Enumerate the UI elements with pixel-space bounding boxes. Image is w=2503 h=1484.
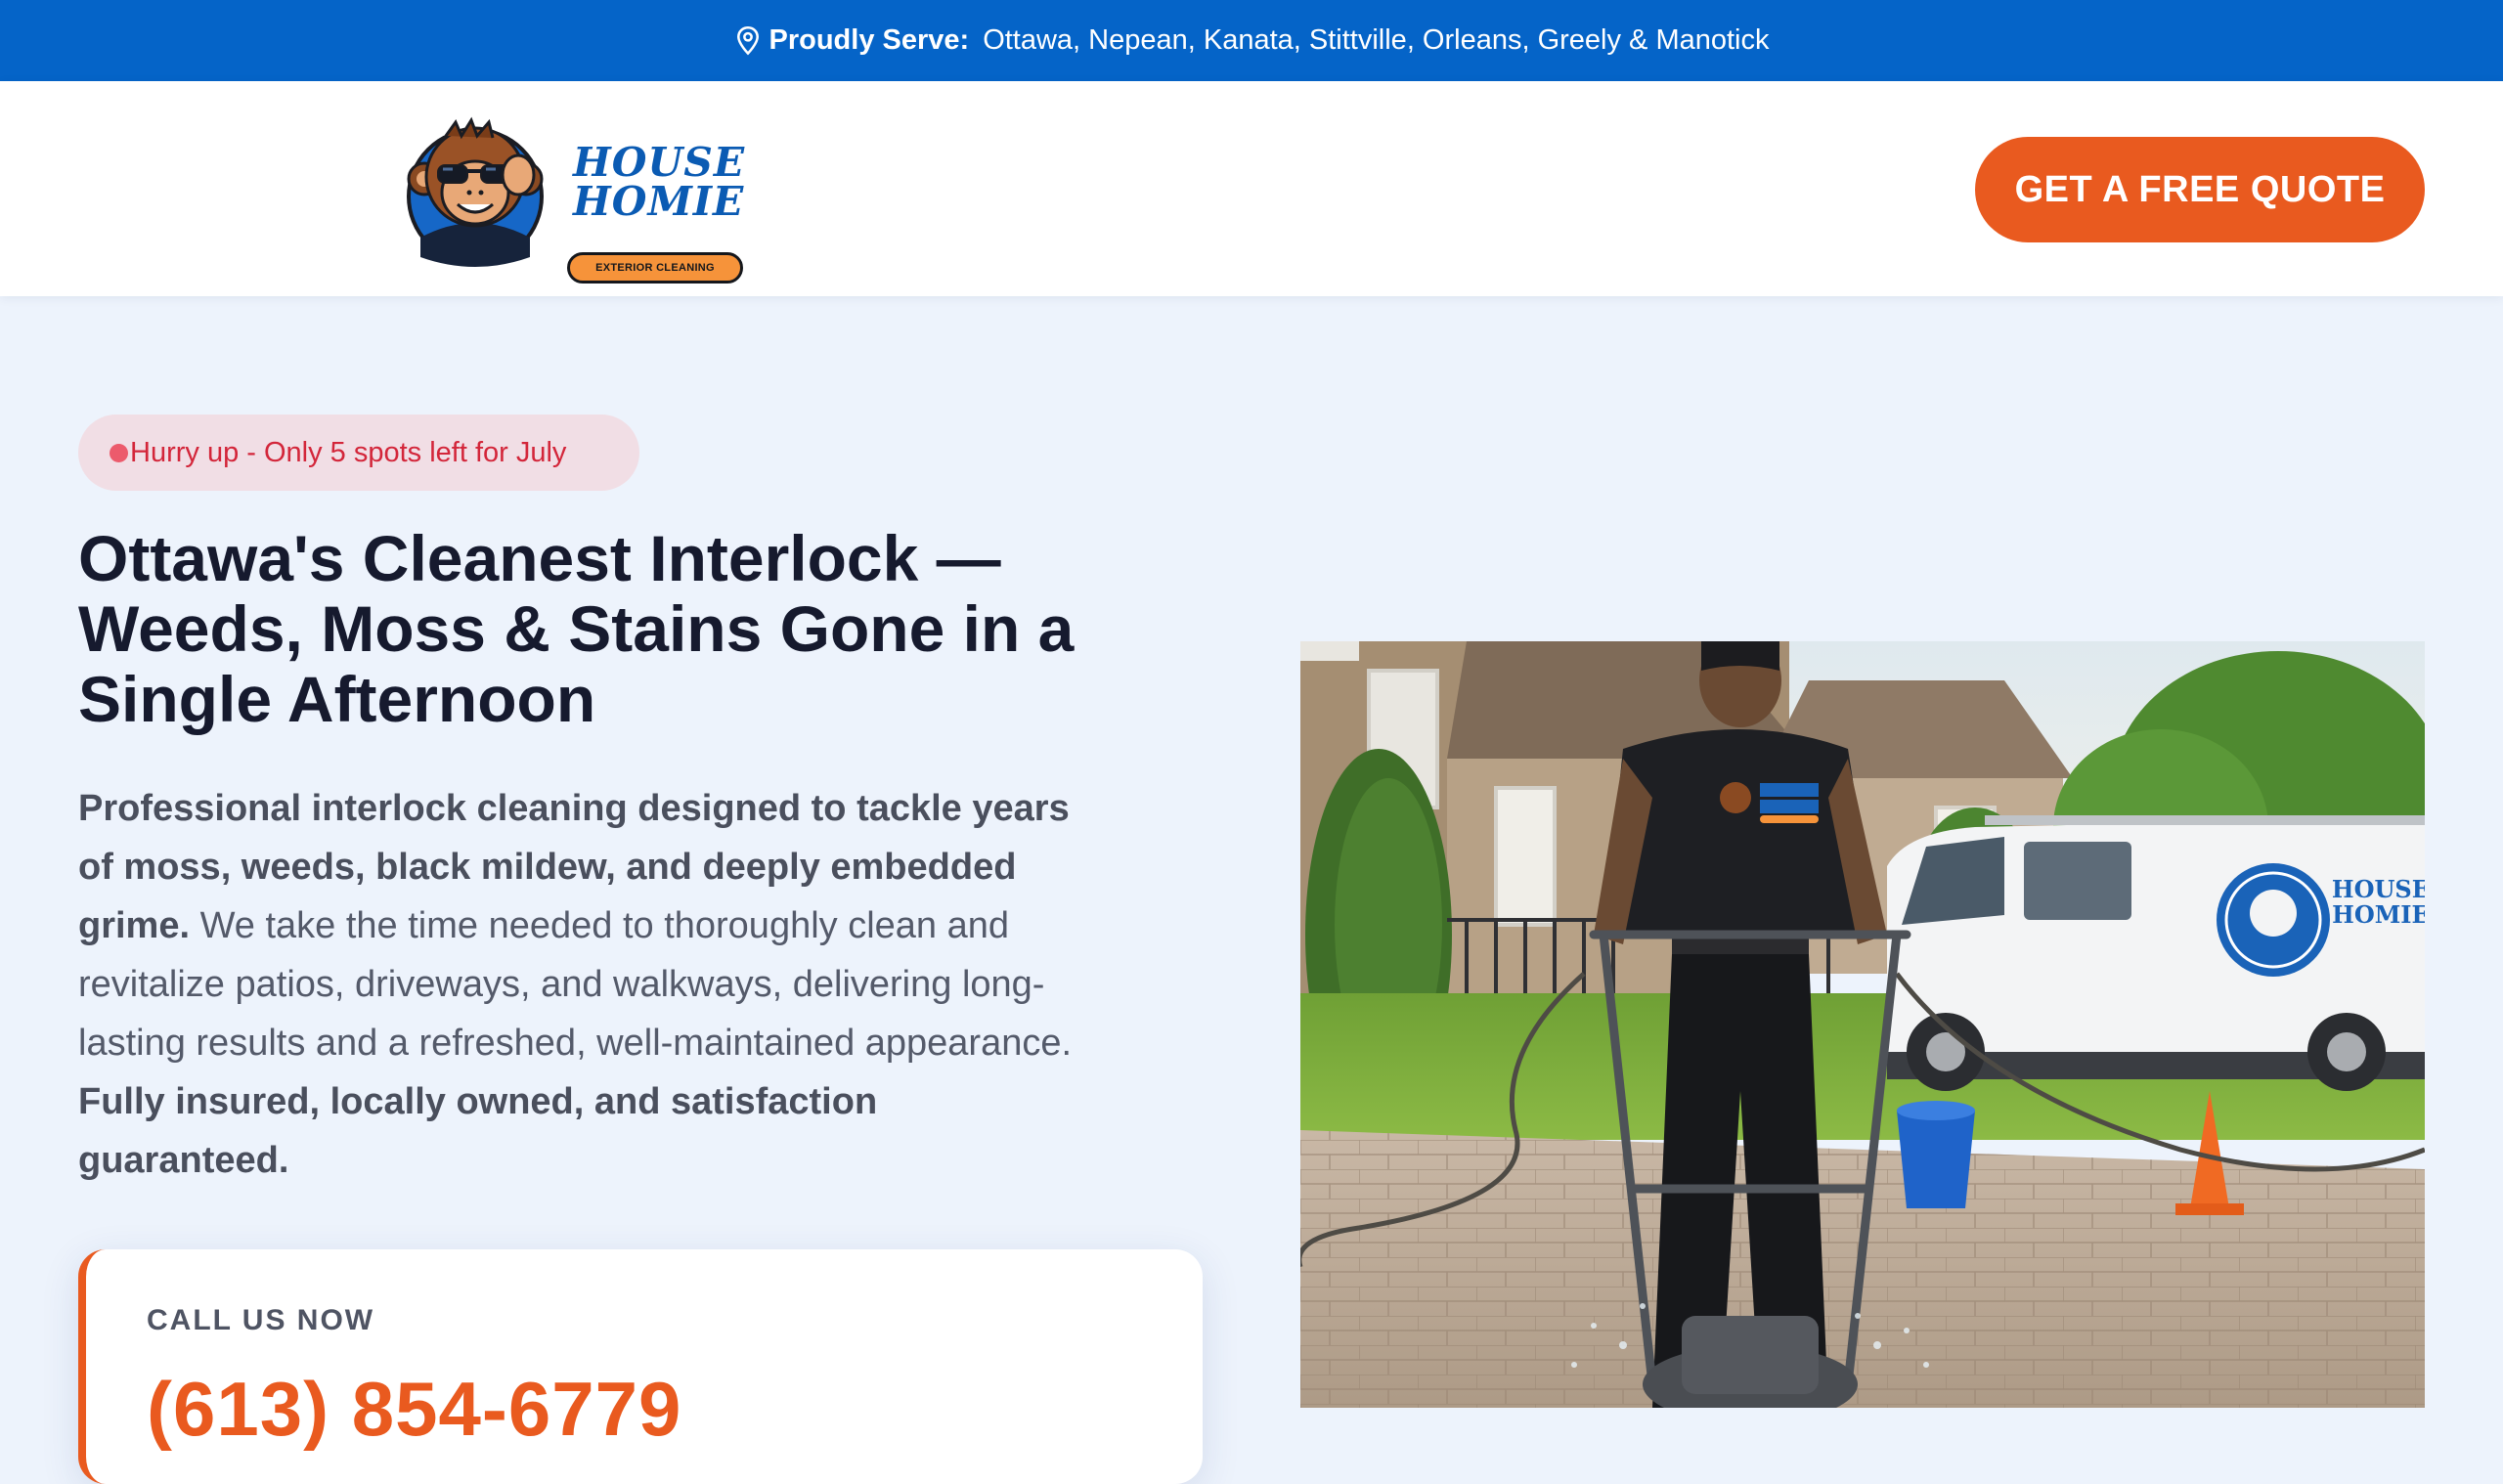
logo-word-house: HOUSE bbox=[573, 139, 746, 186]
availability-text: Hurry up - Only 5 spots left for July bbox=[130, 436, 567, 468]
hero-description-body: We take the time needed to thoroughly cl… bbox=[78, 905, 1073, 1064]
status-dot-icon bbox=[110, 443, 128, 462]
service-area-label: Proudly Serve: bbox=[768, 24, 970, 56]
site-header: HOUSE HOMIE EXTERIOR CLEANING GET A FREE… bbox=[0, 81, 2503, 296]
hero-description: Professional interlock cleaning designed… bbox=[78, 779, 1076, 1190]
monkey-mascot-icon bbox=[407, 116, 544, 267]
house-homie-logo[interactable]: HOUSE HOMIE EXTERIOR CLEANING bbox=[399, 110, 751, 284]
service-area-bar: Proudly Serve: Ottawa, Nepean, Kanata, S… bbox=[0, 0, 2503, 81]
get-free-quote-button[interactable]: GET A FREE QUOTE bbox=[1975, 137, 2425, 242]
phone-number-link[interactable]: (613) 854-6779 bbox=[147, 1365, 681, 1454]
hero-photo: HOUSE HOMIE bbox=[1300, 641, 2425, 1408]
logo-tagline-badge: EXTERIOR CLEANING bbox=[567, 252, 743, 284]
map-pin-icon bbox=[734, 25, 762, 57]
hero-description-outro: Fully insured, locally owned, and satisf… bbox=[78, 1081, 878, 1181]
availability-badge: Hurry up - Only 5 spots left for July bbox=[78, 415, 639, 491]
pressure-washing-photo: HOUSE HOMIE bbox=[1300, 641, 2425, 1408]
call-us-card: CALL US NOW (613) 854-6779 bbox=[78, 1249, 1203, 1484]
page-headline: Ottawa's Cleanest Interlock — Weeds, Mos… bbox=[78, 522, 1075, 735]
van-logo-line1: HOUSE bbox=[2332, 875, 2425, 903]
van-logo-line2: HOMIE bbox=[2332, 900, 2425, 929]
logo-word-homie: HOMIE bbox=[573, 178, 745, 225]
service-area-list: Ottawa, Nepean, Kanata, Stittville, Orle… bbox=[983, 24, 1770, 56]
call-us-label: CALL US NOW bbox=[147, 1304, 375, 1336]
